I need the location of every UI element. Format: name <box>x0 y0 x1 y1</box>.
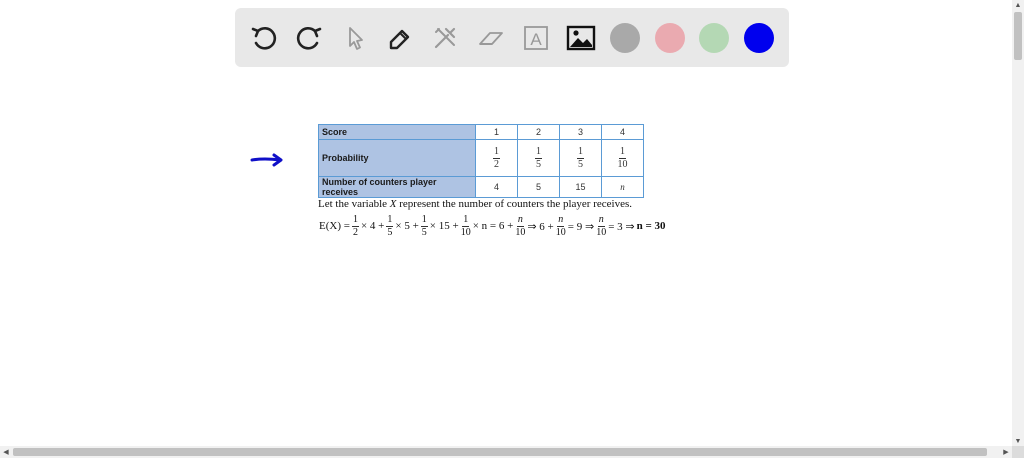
table-row-probability: Probability 12 15 15 1 10 <box>318 139 644 177</box>
drawn-arrow-annotation <box>250 153 283 167</box>
fraction: 12 <box>351 213 359 238</box>
pointer-icon <box>349 27 363 50</box>
table-cell: 12 <box>475 139 518 177</box>
fraction: 1 10 <box>460 213 471 238</box>
equation-result: n = 30 <box>636 220 666 232</box>
scroll-up-icon[interactable]: ▲ <box>1012 0 1024 10</box>
table-cell: 4 <box>601 124 644 140</box>
image-icon <box>566 25 596 51</box>
fraction: n 10 <box>515 213 526 238</box>
vertical-scrollbar[interactable]: ▲ ▼ <box>1012 0 1024 446</box>
table-cell: 2 <box>517 124 560 140</box>
color-swatch-green[interactable] <box>699 23 729 53</box>
explanation-sentence: Let the variable X represent the number … <box>318 198 632 210</box>
svg-text:A: A <box>530 30 542 49</box>
fraction: 15 <box>577 145 584 170</box>
fraction: n 10 <box>555 213 566 238</box>
equation-text: E(X) = <box>319 220 350 232</box>
image-tool-button[interactable] <box>564 21 598 55</box>
equation-text: × 4 + <box>360 220 385 232</box>
fraction: 15 <box>535 145 542 170</box>
fraction: 12 <box>493 145 500 170</box>
equation-text: = 9 ⇒ <box>567 220 595 233</box>
equation-text: × n = 6 + <box>472 220 514 232</box>
fraction: n 10 <box>596 213 607 238</box>
redo-button[interactable] <box>292 21 326 55</box>
sentence-text: Let the variable <box>318 198 390 210</box>
redo-icon <box>296 27 322 50</box>
eraser-icon <box>479 32 503 45</box>
equation-text: × 15 + <box>429 220 459 232</box>
row-header-probability: Probability <box>318 139 476 177</box>
table-cell: 15 <box>517 139 560 177</box>
color-swatch-pink[interactable] <box>655 23 685 53</box>
table-cell: 4 <box>475 176 518 198</box>
horizontal-scroll-thumb[interactable] <box>13 448 987 456</box>
table-row-score: Score 1 2 3 4 <box>318 124 644 140</box>
expected-value-equation: E(X) = 12 × 4 + 15 × 5 + 15 × 15 + 1 10 ×… <box>318 212 667 240</box>
fraction: 1 10 <box>617 145 628 170</box>
scroll-left-icon[interactable]: ◀ <box>0 446 12 458</box>
table-cell: 5 <box>517 176 560 198</box>
text-tool-button[interactable]: A <box>519 21 553 55</box>
table-cell: 1 <box>475 124 518 140</box>
undo-button[interactable] <box>247 21 281 55</box>
table-row-counters: Number of counters player receives 4 5 1… <box>318 176 644 198</box>
table-cell: n <box>601 176 644 198</box>
tools-button[interactable] <box>428 21 462 55</box>
fraction: 15 <box>420 213 428 238</box>
pen-icon <box>389 29 410 50</box>
vertical-scroll-thumb[interactable] <box>1014 12 1022 60</box>
scroll-down-icon[interactable]: ▼ <box>1012 436 1024 446</box>
select-tool-button[interactable] <box>338 21 372 55</box>
score-probability-table: Score 1 2 3 4 Probability 12 15 15 1 10 N… <box>318 124 644 198</box>
equation-text: = 3 ⇒ <box>608 220 635 233</box>
color-swatch-blue[interactable] <box>744 23 774 53</box>
eraser-tool-button[interactable] <box>474 21 508 55</box>
fraction: 15 <box>386 213 394 238</box>
undo-icon <box>251 27 277 50</box>
table-cell: 1 10 <box>601 139 644 177</box>
pen-tool-button[interactable] <box>383 21 417 55</box>
sentence-text: represent the number of counters the pla… <box>396 198 632 210</box>
drawing-toolbar: A <box>235 8 789 67</box>
table-cell: 15 <box>559 176 602 198</box>
row-header-score: Score <box>318 124 476 140</box>
table-cell: 3 <box>559 124 602 140</box>
table-cell: 15 <box>559 139 602 177</box>
tools-icon <box>434 27 456 49</box>
color-swatch-gray[interactable] <box>610 23 640 53</box>
scrollbar-corner <box>1012 446 1024 458</box>
text-icon: A <box>524 26 548 50</box>
equation-text: ⇒ 6 + <box>527 220 554 233</box>
variable-x: X <box>389 198 397 210</box>
horizontal-scrollbar[interactable]: ◀ ▶ <box>0 446 1012 458</box>
scroll-right-icon[interactable]: ▶ <box>1000 446 1012 458</box>
equation-text: × 5 + <box>395 220 419 232</box>
row-header-counters: Number of counters player receives <box>318 176 476 198</box>
